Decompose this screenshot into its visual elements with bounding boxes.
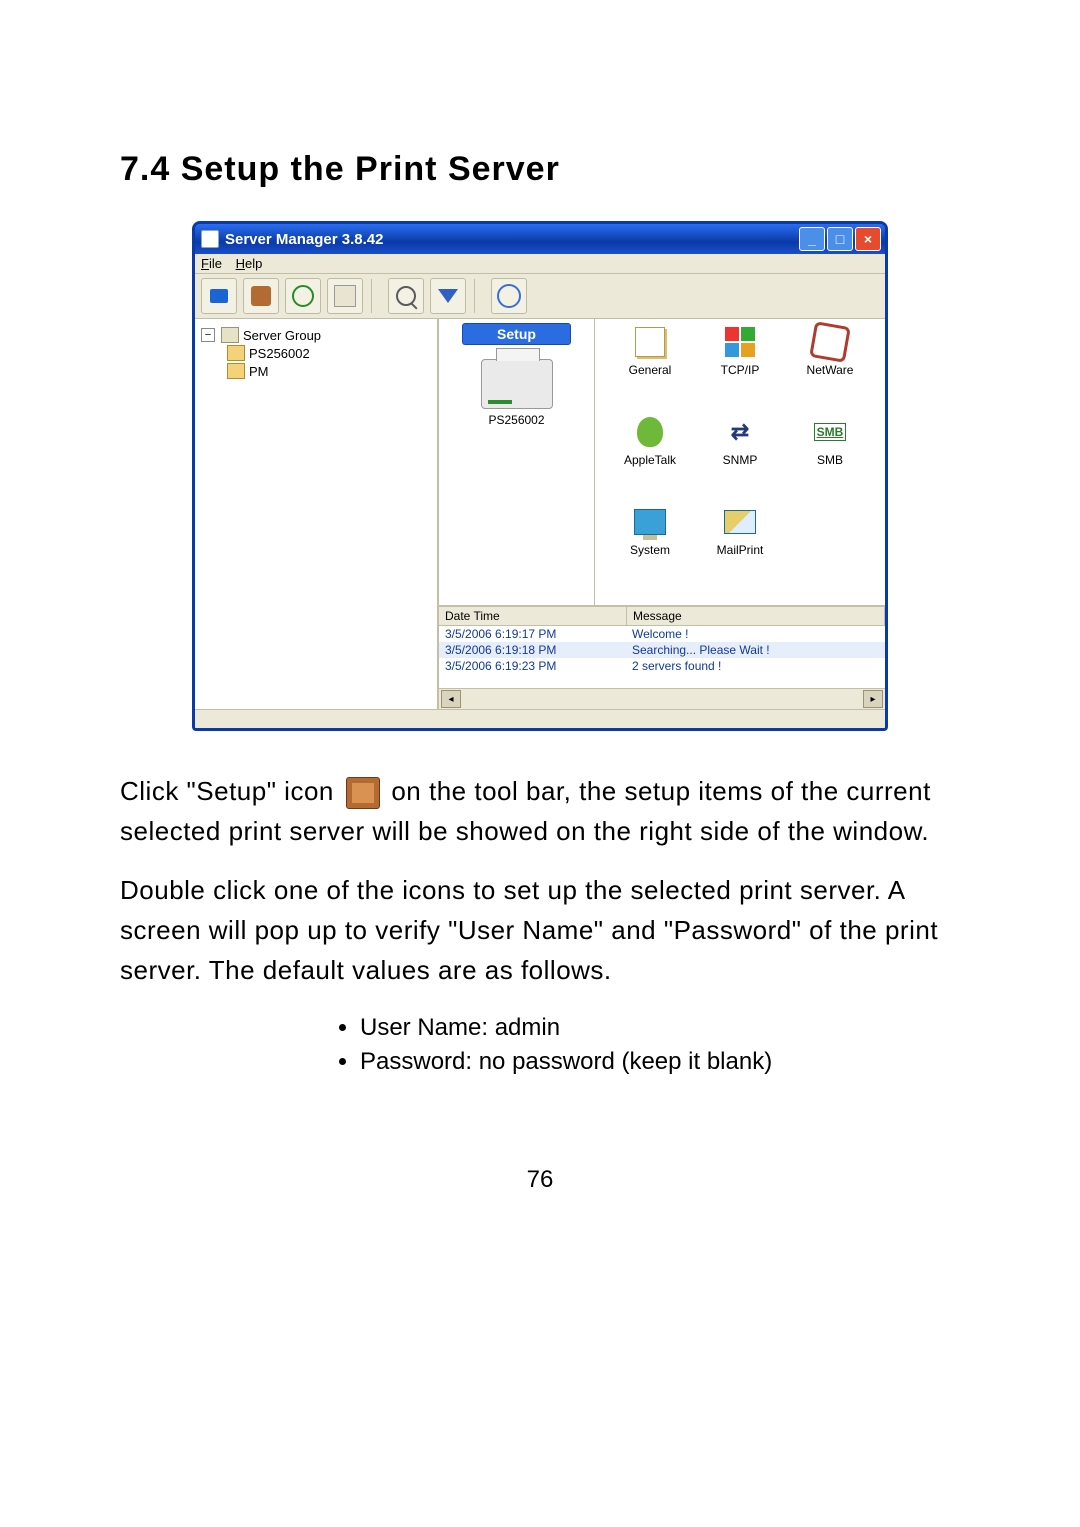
setup-item-snmp[interactable]: ⇄ SNMP <box>695 415 785 505</box>
log-table: Date Time Message 3/5/2006 6:19:17 PM We… <box>439 605 885 709</box>
snmp-icon: ⇄ <box>731 419 749 445</box>
toolbar-reboot-button[interactable] <box>327 278 363 314</box>
cred-pass: Password: no password (keep it blank) <box>360 1048 960 1076</box>
close-button[interactable]: × <box>855 227 881 251</box>
download-icon <box>438 289 458 303</box>
server-icon <box>227 345 245 361</box>
setup-item-netware[interactable]: NetWare <box>785 325 875 415</box>
log-cell: 2 servers found ! <box>626 658 885 674</box>
scroll-left-button[interactable]: ◂ <box>441 690 461 708</box>
para1-part-a: Click "Setup" icon <box>120 776 342 806</box>
log-cell: Welcome ! <box>626 626 885 642</box>
setup-item-mailprint[interactable]: MailPrint <box>695 505 785 595</box>
log-cell: 3/5/2006 6:19:18 PM <box>439 642 626 658</box>
toolbar-status-button[interactable] <box>201 278 237 314</box>
search-icon <box>396 286 416 306</box>
section-heading: 7.4 Setup the Print Server <box>120 150 960 189</box>
label-general: General <box>629 363 672 377</box>
window-titlebar: Server Manager 3.8.42 _ □ × <box>195 224 885 254</box>
setup-header-button[interactable]: Setup <box>462 323 571 345</box>
setup-item-general[interactable]: General <box>605 325 695 415</box>
printer-icon <box>481 359 553 409</box>
credentials-list: User Name: admin Password: no password (… <box>320 1014 960 1076</box>
refresh-icon <box>292 285 314 307</box>
setup-icon <box>251 286 271 306</box>
setup-server-name: PS256002 <box>439 413 594 427</box>
setup-panel: Setup PS256002 <box>439 319 595 605</box>
log-col-datetime[interactable]: Date Time <box>439 607 627 625</box>
label-snmp: SNMP <box>723 453 758 467</box>
tree-collapse-icon[interactable]: − <box>201 328 215 342</box>
setup-item-smb[interactable]: SMB SMB <box>785 415 875 505</box>
tree-item-ps[interactable]: PS256002 <box>249 346 310 361</box>
toolbar-ip-button[interactable] <box>491 278 527 314</box>
status-icon <box>210 289 228 303</box>
log-cell: Searching... Please Wait ! <box>626 642 885 658</box>
minimize-button[interactable]: _ <box>799 227 825 251</box>
mailprint-icon <box>724 510 756 534</box>
setup-item-tcpip[interactable]: TCP/IP <box>695 325 785 415</box>
label-system: System <box>630 543 670 557</box>
server-tree: − Server Group PS256002 PM <box>195 319 439 709</box>
label-netware: NetWare <box>807 363 854 377</box>
netware-icon <box>809 321 851 363</box>
label-smb: SMB <box>817 453 843 467</box>
toolbar-separator <box>371 279 380 313</box>
cred-user: User Name: admin <box>360 1014 960 1042</box>
tree-root-label[interactable]: Server Group <box>243 328 321 343</box>
tree-item-pm[interactable]: PM <box>249 364 269 379</box>
setup-item-system[interactable]: System <box>605 505 695 595</box>
setup-icon <box>346 777 380 809</box>
ip-icon <box>497 284 521 308</box>
server-icon <box>227 363 245 379</box>
page-number: 76 <box>120 1166 960 1194</box>
tcpip-icon <box>725 327 755 357</box>
paragraph-2: Double click one of the icons to set up … <box>120 870 960 991</box>
toolbar-separator <box>474 279 483 313</box>
smb-icon: SMB <box>814 423 847 441</box>
label-tcpip: TCP/IP <box>721 363 760 377</box>
tool-bar <box>195 274 885 319</box>
log-cell: 3/5/2006 6:19:23 PM <box>439 658 626 674</box>
menu-file[interactable]: File <box>201 256 222 271</box>
window-title: Server Manager 3.8.42 <box>225 231 797 248</box>
paragraph-1: Click "Setup" icon on the tool bar, the … <box>120 771 960 852</box>
menu-help[interactable]: Help <box>236 256 263 271</box>
label-appletalk: AppleTalk <box>624 453 676 467</box>
server-manager-window: Server Manager 3.8.42 _ □ × File Help − <box>192 221 888 731</box>
app-icon <box>201 230 219 248</box>
server-group-icon <box>221 327 239 343</box>
general-icon <box>635 327 665 357</box>
log-col-message[interactable]: Message <box>627 607 885 625</box>
status-bar <box>195 710 885 728</box>
toolbar-refresh-button[interactable] <box>285 278 321 314</box>
reboot-icon <box>334 285 356 307</box>
maximize-button[interactable]: □ <box>827 227 853 251</box>
system-icon <box>634 509 666 535</box>
setup-item-appletalk[interactable]: AppleTalk <box>605 415 695 505</box>
toolbar-download-button[interactable] <box>430 278 466 314</box>
toolbar-search-button[interactable] <box>388 278 424 314</box>
toolbar-setup-button[interactable] <box>243 278 279 314</box>
scroll-right-button[interactable]: ▸ <box>863 690 883 708</box>
apple-icon <box>637 417 663 447</box>
label-mailprint: MailPrint <box>717 543 764 557</box>
log-cell: 3/5/2006 6:19:17 PM <box>439 626 626 642</box>
menu-bar: File Help <box>195 254 885 274</box>
